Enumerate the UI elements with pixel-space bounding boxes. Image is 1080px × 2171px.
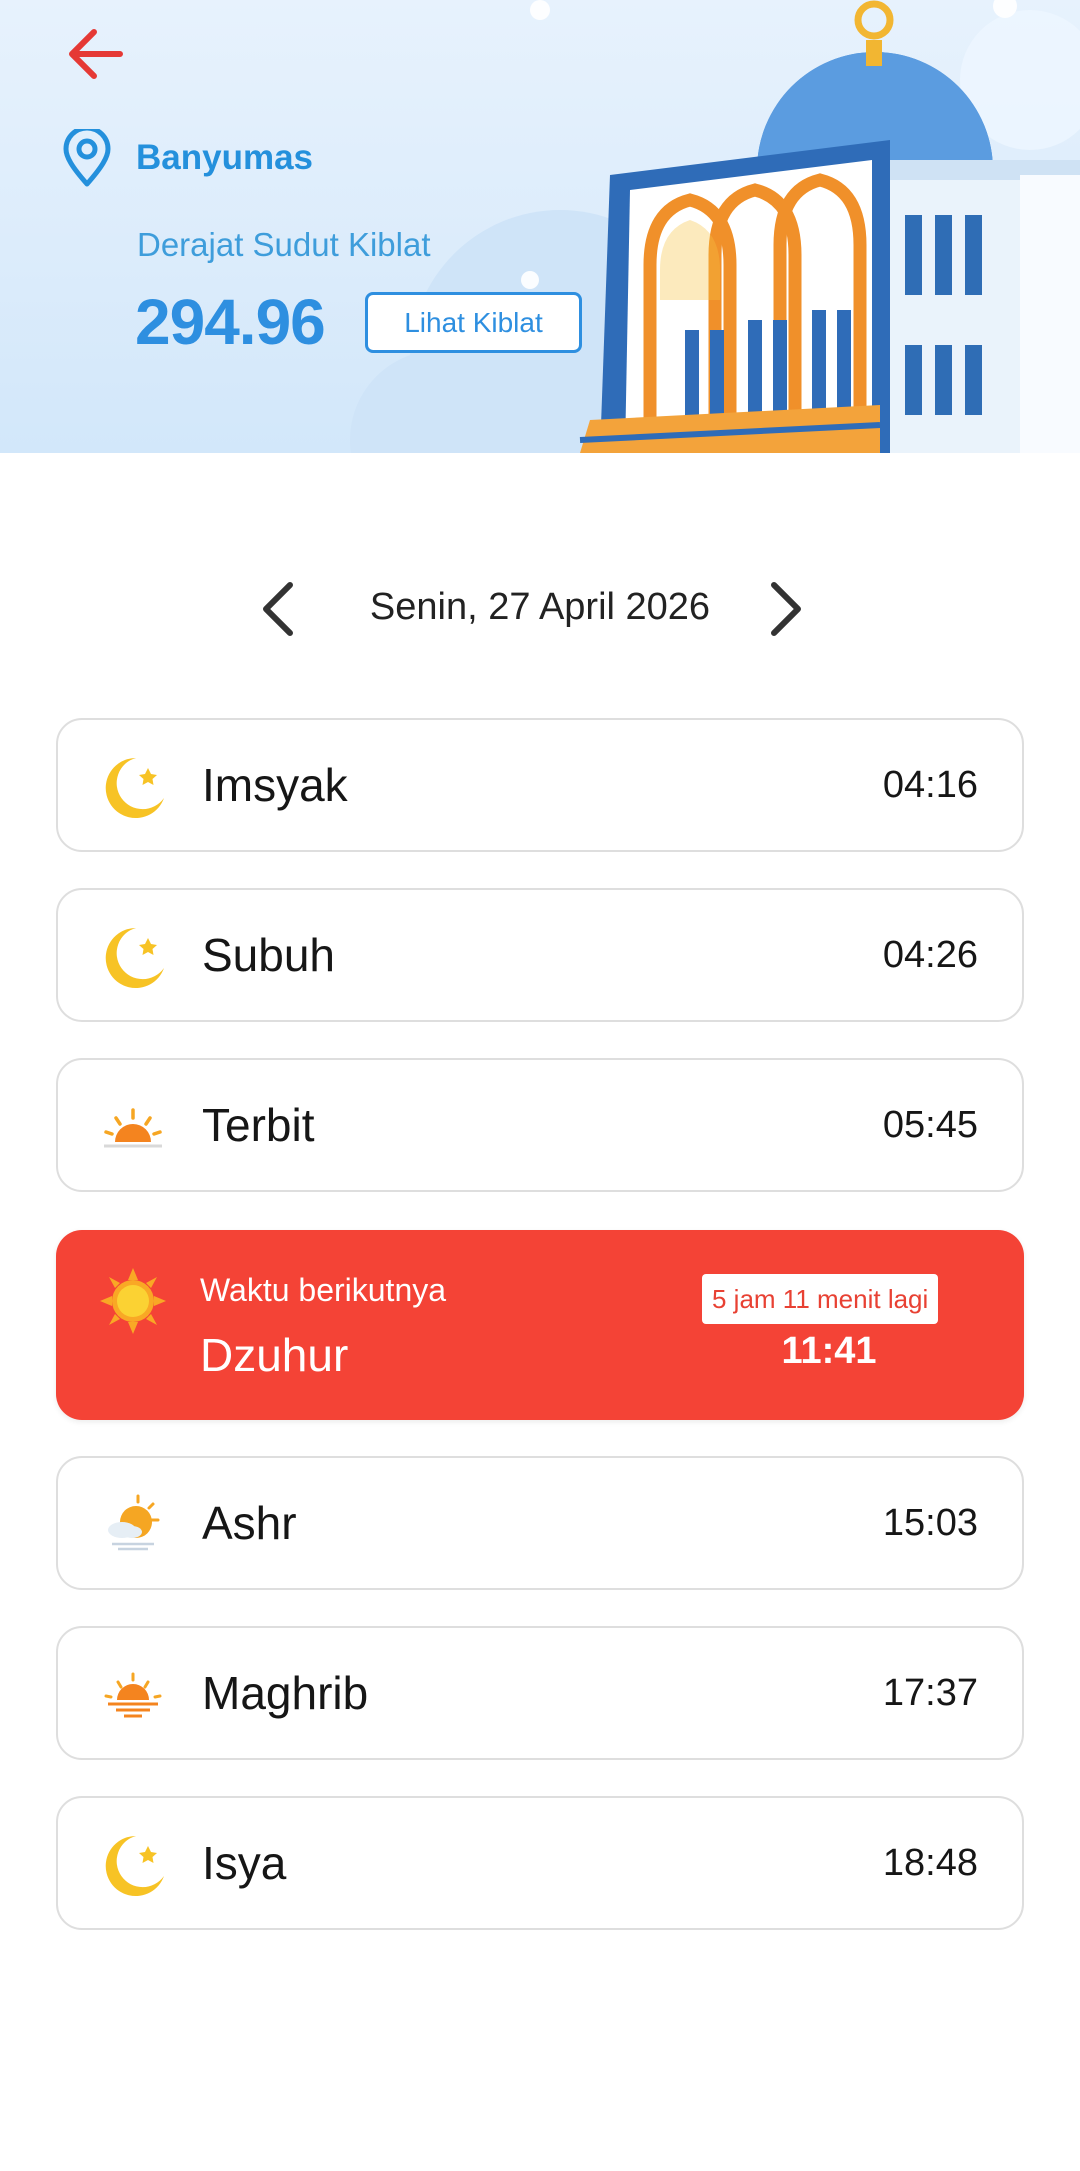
prayer-card-maghrib[interactable]: Maghrib 17:37 — [56, 1626, 1024, 1760]
sunset-icon — [104, 1672, 162, 1718]
next-prayer-name: Dzuhur — [200, 1329, 349, 1381]
prayer-time: 18:48 — [882, 1842, 978, 1884]
date-navigator: Senin, 27 April 2026 — [0, 570, 1080, 648]
sun-cloud-icon — [108, 1494, 160, 1551]
crescent-star-icon — [105, 757, 164, 818]
prayer-card-isya[interactable]: Isya 18:48 — [56, 1796, 1024, 1930]
countdown-badge: 5 jam 11 menit lagi — [702, 1274, 939, 1324]
qibla-label: Derajat Sudut Kiblat — [137, 226, 431, 263]
sun-icon — [100, 1268, 166, 1334]
next-prayer-label: Waktu berikutnya — [200, 1272, 447, 1308]
qibla-degree: 294.96 — [135, 286, 326, 358]
prayer-name: Imsyak — [202, 759, 348, 811]
prayer-time: 04:16 — [882, 764, 978, 806]
prayer-name: Terbit — [202, 1099, 315, 1151]
view-qibla-button[interactable]: Lihat Kiblat — [365, 292, 582, 353]
prayer-time: 17:37 — [882, 1672, 978, 1714]
prayer-time: 05:45 — [882, 1104, 978, 1146]
location-name: Banyumas — [136, 138, 314, 177]
header-banner: Banyumas Derajat Sudut Kiblat 294.96 Lih… — [0, 0, 1080, 453]
prayer-time: 04:26 — [882, 934, 978, 976]
prayer-card-imsyak[interactable]: Imsyak 04:16 — [56, 718, 1024, 852]
map-pin-icon — [63, 129, 111, 187]
chevron-right-icon — [771, 582, 801, 636]
back-button[interactable] — [58, 22, 132, 86]
prayer-card-subuh[interactable]: Subuh 04:26 — [56, 888, 1024, 1022]
arrow-left-icon — [69, 29, 123, 79]
prayer-card-terbit[interactable]: Terbit 05:45 — [56, 1058, 1024, 1192]
prayer-card-ashr[interactable]: Ashr 15:03 — [56, 1456, 1024, 1590]
chevron-left-icon — [263, 582, 293, 636]
next-day-button[interactable] — [752, 570, 822, 648]
next-prayer-time: 11:41 — [781, 1330, 877, 1372]
prayer-name: Maghrib — [202, 1667, 369, 1719]
crescent-star-icon — [105, 1835, 164, 1896]
prayer-name: Subuh — [202, 929, 336, 981]
prayer-time: 15:03 — [882, 1502, 978, 1544]
sunrise-icon — [104, 1108, 162, 1148]
current-date: Senin, 27 April 2026 — [369, 586, 711, 628]
location-row[interactable]: Banyumas — [62, 128, 313, 188]
prayer-name: Isya — [202, 1837, 287, 1889]
prayer-name: Ashr — [202, 1497, 297, 1549]
crescent-star-icon — [105, 927, 164, 988]
next-prayer-card[interactable]: Waktu berikutnya Dzuhur 5 jam 11 menit l… — [56, 1230, 1024, 1420]
